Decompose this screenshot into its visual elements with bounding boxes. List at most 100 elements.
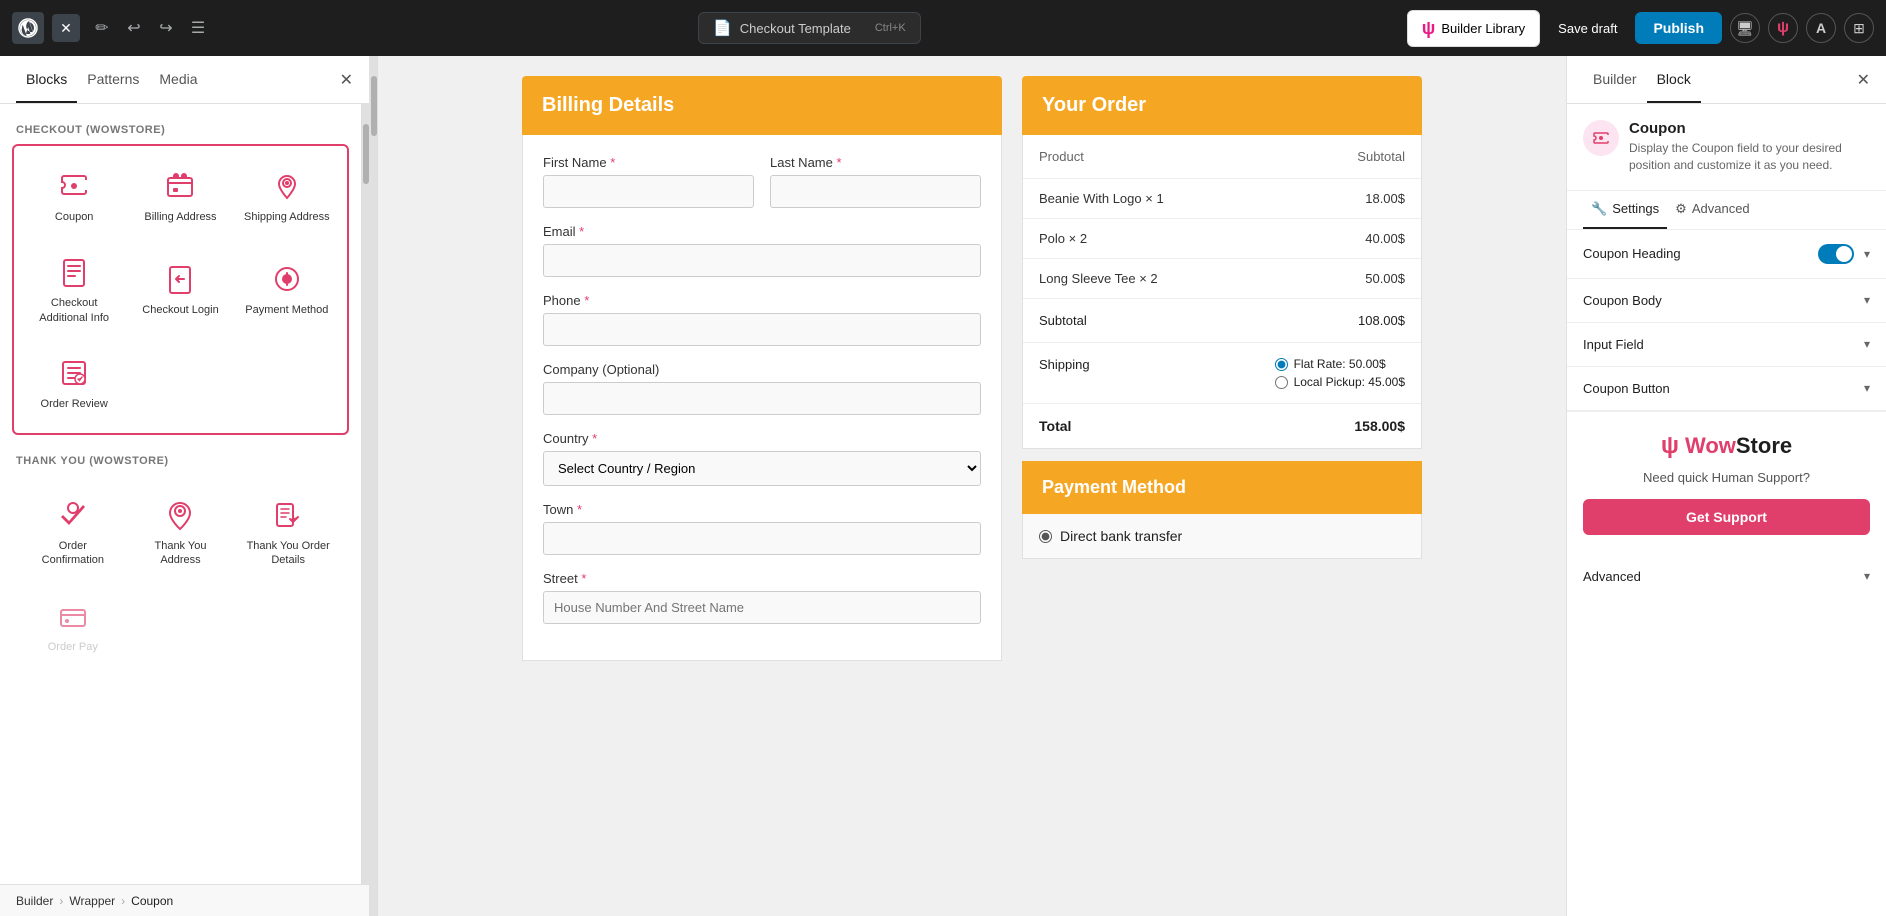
- block-item-checkout-additional[interactable]: Checkout Additional Info: [22, 240, 126, 339]
- email-input[interactable]: [543, 244, 981, 277]
- payment-method-header: Payment Method: [1022, 461, 1422, 514]
- accordion-header-coupon-body[interactable]: Coupon Body ▾: [1567, 279, 1886, 322]
- left-panel-close-button[interactable]: ✕: [340, 70, 353, 90]
- breadcrumb-wrapper[interactable]: Wrapper: [69, 894, 115, 908]
- billing-header: Billing Details: [522, 76, 1002, 135]
- email-text: Email: [543, 224, 576, 239]
- publish-button[interactable]: Publish: [1635, 12, 1722, 44]
- order-item-1: Polo × 2 40.00$: [1023, 219, 1421, 259]
- settings-tab-settings[interactable]: 🔧 Settings: [1583, 191, 1667, 229]
- a-button[interactable]: A: [1806, 13, 1836, 43]
- block-item-checkout-login[interactable]: Checkout Login: [128, 240, 232, 339]
- block-item-billing-address[interactable]: Billing Address: [128, 154, 232, 238]
- checkout-layout: Billing Details First Name *: [522, 76, 1422, 661]
- block-item-coupon[interactable]: Coupon: [22, 154, 126, 238]
- close-panel-button[interactable]: ✕: [52, 14, 80, 42]
- tab-blocks[interactable]: Blocks: [16, 57, 77, 103]
- street-text: Street: [543, 571, 578, 586]
- chevron-down-icon-3: ▾: [1864, 337, 1870, 351]
- last-name-label: Last Name *: [770, 155, 981, 170]
- right-panel-close-button[interactable]: ✕: [1857, 70, 1870, 90]
- coupon-title: Coupon: [1629, 120, 1870, 137]
- redo-button[interactable]: ↪: [152, 14, 180, 42]
- block-item-order-confirmation[interactable]: Order Confirmation: [20, 483, 126, 582]
- first-name-text: First Name: [543, 155, 607, 170]
- settings-tabs: 🔧 Settings ⚙ Advanced: [1567, 191, 1886, 230]
- wowstore-logo-icon: ψ: [1422, 18, 1436, 39]
- undo-button[interactable]: ↩: [120, 14, 148, 42]
- town-row: Town *: [543, 502, 981, 555]
- block-item-order-pay[interactable]: Order Pay: [20, 584, 126, 668]
- sidebar-toggle-button[interactable]: ⊞: [1844, 13, 1874, 43]
- accordion-header-coupon-button[interactable]: Coupon Button ▾: [1567, 367, 1886, 410]
- list-view-button[interactable]: ☰: [184, 14, 212, 42]
- coupon-heading-toggle[interactable]: [1818, 244, 1854, 264]
- advanced-section: Advanced ▾: [1567, 555, 1886, 598]
- phone-input[interactable]: [543, 313, 981, 346]
- breadcrumb-sep-1: ›: [59, 894, 63, 908]
- save-draft-button[interactable]: Save draft: [1548, 14, 1627, 43]
- phone-text: Phone: [543, 293, 581, 308]
- accordion-header-coupon-heading[interactable]: Coupon Heading ▾: [1567, 230, 1886, 278]
- tab-block[interactable]: Block: [1647, 57, 1701, 103]
- order-total-row: Total 158.00$: [1023, 404, 1421, 448]
- topbar: ✕ ✏ ↩ ↪ ☰ 📄 Checkout Template Ctrl+K ψ B…: [0, 0, 1886, 56]
- accordion-header-input-field[interactable]: Input Field ▾: [1567, 323, 1886, 366]
- device-preview-button[interactable]: 🖥: [1730, 13, 1760, 43]
- canvas-scroll-thumb[interactable]: [371, 76, 377, 136]
- block-item-order-review[interactable]: Order Review: [22, 341, 126, 425]
- breadcrumb-sep-2: ›: [121, 894, 125, 908]
- payment-radio-0[interactable]: [1039, 530, 1052, 543]
- tab-patterns[interactable]: Patterns: [77, 57, 149, 103]
- canvas-scroll-track[interactable]: [370, 56, 378, 916]
- block-item-thank-you-address[interactable]: Thank You Address: [128, 483, 234, 582]
- order-item-0-name: Beanie With Logo × 1: [1039, 191, 1164, 206]
- tab-builder[interactable]: Builder: [1583, 57, 1647, 103]
- left-scroll-thumb[interactable]: [363, 124, 369, 184]
- tab-media[interactable]: Media: [149, 57, 207, 103]
- shipping-radio-1[interactable]: [1275, 376, 1288, 389]
- first-name-input[interactable]: [543, 175, 754, 208]
- phone-label: Phone *: [543, 293, 981, 308]
- left-scroll-track[interactable]: [361, 104, 369, 884]
- block-item-thank-you-order-details[interactable]: Thank You Order Details: [235, 483, 341, 582]
- wp-logo-button[interactable]: [12, 12, 44, 44]
- settings-tab-advanced[interactable]: ⚙ Advanced: [1667, 191, 1757, 229]
- billing-form: First Name * Last Name *: [522, 135, 1002, 661]
- shipping-option-0[interactable]: Flat Rate: 50.00$: [1275, 357, 1405, 371]
- last-name-input[interactable]: [770, 175, 981, 208]
- builder-library-button[interactable]: ψ Builder Library: [1407, 10, 1540, 47]
- street-required: *: [581, 571, 586, 586]
- order-pay-label: Order Pay: [48, 640, 98, 654]
- left-panel-content: CHECKOUT (WOWSTORE) Coupon: [0, 104, 361, 884]
- coupon-button-label: Coupon Button: [1583, 381, 1670, 396]
- checkout-blocks-grid: Coupon Billing Address Shipp: [12, 144, 349, 435]
- company-text: Company (Optional): [543, 362, 659, 377]
- town-input[interactable]: [543, 522, 981, 555]
- country-select[interactable]: Select Country / Region: [543, 451, 981, 486]
- edit-tools: ✏ ↩ ↪ ☰: [88, 14, 212, 42]
- block-item-payment-method[interactable]: Payment Method: [235, 240, 339, 339]
- shipping-radio-0[interactable]: [1275, 358, 1288, 371]
- edit-pencil-button[interactable]: ✏: [88, 14, 116, 42]
- town-label: Town *: [543, 502, 981, 517]
- w-button[interactable]: ψ: [1768, 13, 1798, 43]
- street-input[interactable]: [543, 591, 981, 624]
- email-required: *: [579, 224, 584, 239]
- accordion-input-field: Input Field ▾: [1567, 323, 1886, 367]
- breadcrumb-builder[interactable]: Builder: [16, 894, 53, 908]
- advanced-header[interactable]: Advanced ▾: [1567, 555, 1886, 598]
- order-item-2-name: Long Sleeve Tee × 2: [1039, 271, 1158, 286]
- checkout-login-icon: [162, 261, 198, 297]
- shipping-option-1[interactable]: Local Pickup: 45.00$: [1275, 375, 1405, 389]
- get-support-button[interactable]: Get Support: [1583, 499, 1870, 535]
- left-panel: Blocks Patterns Media ✕ CHECKOUT (WOWSTO…: [0, 56, 370, 916]
- last-name-field: Last Name *: [770, 155, 981, 208]
- document-title-button[interactable]: 📄 Checkout Template Ctrl+K: [698, 12, 921, 44]
- order-shipping-row: Shipping Flat Rate: 50.00$ Local Pickup:…: [1023, 343, 1421, 404]
- block-item-shipping-address[interactable]: Shipping Address: [235, 154, 339, 238]
- chevron-down-icon-4: ▾: [1864, 381, 1870, 395]
- thank-you-order-details-label: Thank You Order Details: [243, 539, 333, 568]
- company-input[interactable]: [543, 382, 981, 415]
- coupon-body-label: Coupon Body: [1583, 293, 1662, 308]
